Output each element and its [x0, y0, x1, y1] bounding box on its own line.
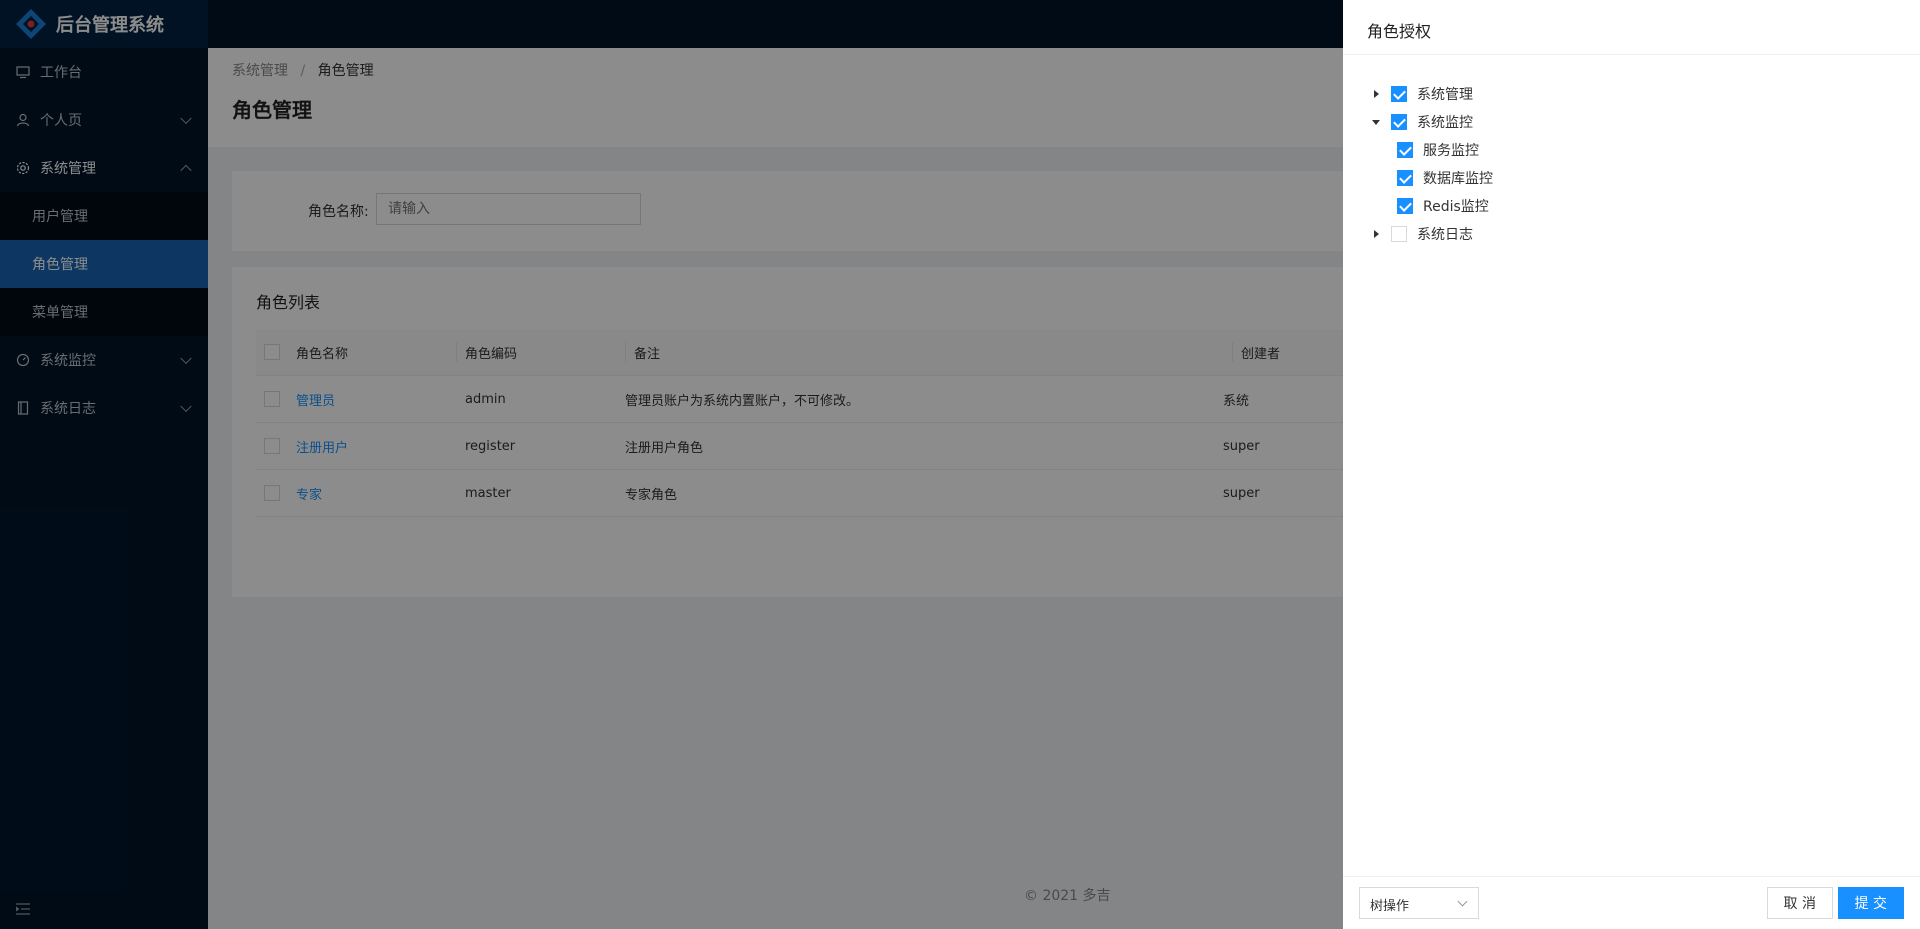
tree-node-label[interactable]: 系统监控 [1417, 112, 1473, 132]
tree-node: 系统管理 [1367, 80, 1493, 108]
tree-checkbox[interactable] [1391, 86, 1407, 102]
tree-node-label[interactable]: 数据库监控 [1423, 168, 1493, 188]
submit-button[interactable]: 提 交 [1837, 887, 1904, 919]
permission-tree: 系统管理 系统监控 服务监控 数据库监控 Redis监控 系统日志 [1367, 80, 1493, 248]
tree-checkbox[interactable] [1391, 114, 1407, 130]
caret-right-icon[interactable] [1367, 85, 1385, 103]
caret-down-icon[interactable] [1367, 113, 1385, 131]
tree-checkbox[interactable] [1391, 226, 1407, 242]
drawer-footer: 树操作 取 消 提 交 [1343, 876, 1920, 929]
tree-node: Redis监控 [1367, 192, 1493, 220]
drawer-title: 角色授权 [1343, 0, 1920, 55]
tree-node: 数据库监控 [1367, 164, 1493, 192]
tree-node-label[interactable]: Redis监控 [1423, 196, 1489, 216]
tree-checkbox[interactable] [1397, 198, 1413, 214]
tree-checkbox[interactable] [1397, 170, 1413, 186]
caret-right-icon[interactable] [1367, 225, 1385, 243]
tree-node: 系统日志 [1367, 220, 1493, 248]
tree-node-label[interactable]: 系统管理 [1417, 84, 1473, 104]
tree-node: 系统监控 [1367, 108, 1493, 136]
tree-operation-label: 树操作 [1370, 899, 1410, 914]
tree-node-label[interactable]: 系统日志 [1417, 224, 1473, 244]
tree-checkbox[interactable] [1397, 142, 1413, 158]
chevron-down-icon [1457, 896, 1468, 907]
cancel-button[interactable]: 取 消 [1766, 887, 1833, 919]
tree-node: 服务监控 [1367, 136, 1493, 164]
role-authorization-drawer: 角色授权 系统管理 系统监控 服务监控 数据库监控 Redis监控 系统日志 树… [1343, 0, 1920, 929]
tree-node-label[interactable]: 服务监控 [1423, 140, 1479, 160]
tree-operation-select[interactable]: 树操作 [1359, 887, 1479, 919]
